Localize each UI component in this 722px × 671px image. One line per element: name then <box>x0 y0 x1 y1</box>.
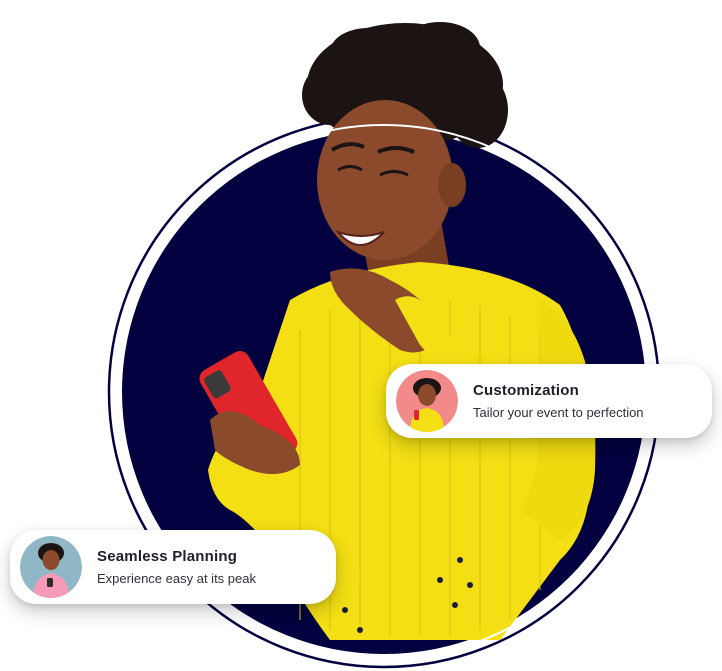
hero-stage: Customization Tailor your event to perfe… <box>0 0 722 671</box>
customization-card: Customization Tailor your event to perfe… <box>386 364 712 438</box>
customization-subtitle: Tailor your event to perfection <box>473 404 644 420</box>
customization-title: Customization <box>473 381 579 399</box>
seamless-planning-title: Seamless Planning <box>97 547 238 565</box>
woman-pink-sweater-avatar-icon <box>20 536 82 598</box>
seamless-planning-card: Seamless Planning Experience easy at its… <box>10 530 336 604</box>
seamless-planning-subtitle: Experience easy at its peak <box>97 570 256 586</box>
woman-yellow-sweater-avatar-icon <box>396 370 458 432</box>
